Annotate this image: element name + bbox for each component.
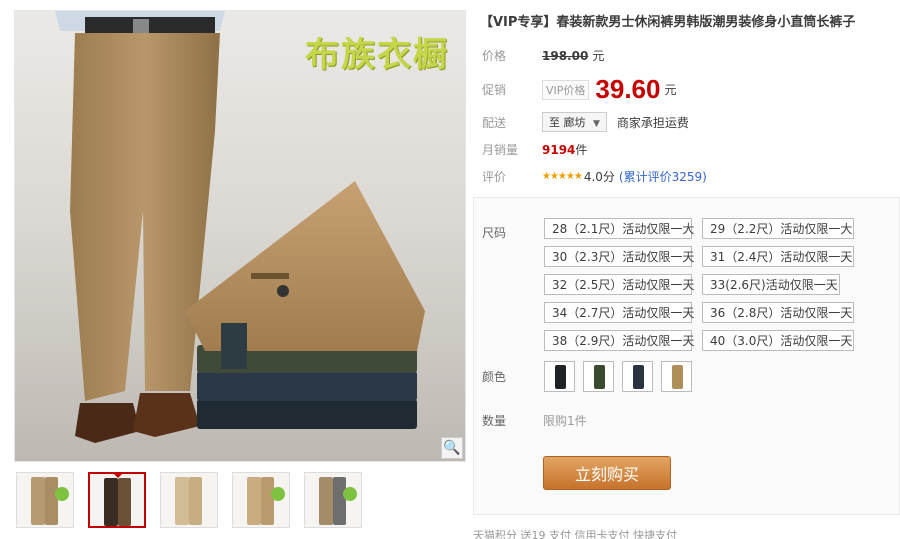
delivery-label: 配送 [482, 115, 507, 130]
size-option[interactable]: 36（2.8尺）活动仅限一天 [702, 302, 854, 323]
color-option-navy[interactable] [622, 361, 653, 392]
size-option[interactable]: 29（2.2尺）活动仅限一大 [702, 218, 854, 239]
original-price: 198.00 [542, 48, 589, 63]
color-option-army-green[interactable] [583, 361, 614, 392]
thumbnail-1[interactable] [16, 472, 74, 528]
quantity-label: 数量 [482, 414, 507, 428]
size-option[interactable]: 28（2.1尺）活动仅限一大 [544, 218, 694, 239]
rating-score: 4.0分 [583, 170, 615, 184]
sku-panel: 尺码 28（2.1尺）活动仅限一大 29（2.2尺）活动仅限一大 30（2.3尺… [473, 197, 900, 515]
sales-count: 9194 [542, 142, 576, 157]
promo-price: 39.60 [595, 74, 661, 104]
review-count-link[interactable]: (累计评价3259) [619, 168, 707, 185]
thumbnail-5[interactable] [304, 472, 362, 528]
size-options: 28（2.1尺）活动仅限一大 29（2.2尺）活动仅限一大 30（2.3尺）活动… [544, 218, 854, 351]
bottom-info-strip: 天猫积分 送19 支付 信用卡支付 快捷支付 [473, 529, 677, 539]
main-product-image[interactable]: 布族衣橱 🔍 [14, 10, 466, 462]
thumbnail-strip [16, 472, 362, 528]
product-photo [55, 11, 425, 443]
sales-unit: 件 [575, 143, 588, 157]
location-select[interactable]: 至 廊坊 ▼ [542, 112, 607, 132]
price-row: 价格 198.00 元 [482, 47, 604, 64]
quantity-limit: 限购1件 [543, 414, 587, 428]
size-label: 尺码 [482, 226, 507, 240]
star-rating-icon: ★★★★★ [542, 171, 583, 182]
promo-label: 促销 [482, 83, 507, 97]
vip-price-tag: VIP价格 [542, 79, 590, 100]
color-option-khaki[interactable] [661, 361, 692, 392]
product-title: 【VIP专享】春装新款男士休闲裤男韩版潮男装修身小直筒长裤子 [480, 15, 856, 30]
size-option[interactable]: 34（2.7尺）活动仅限一天 [544, 302, 694, 323]
buy-now-button[interactable]: 立刻购买 [543, 456, 671, 490]
thumbnail-4[interactable] [232, 472, 290, 528]
price-label: 价格 [482, 49, 507, 63]
rating-label: 评价 [482, 170, 507, 184]
size-option[interactable]: 38（2.9尺）活动仅限一天 [544, 330, 694, 351]
location-value: 至 廊坊 [549, 116, 586, 129]
price-unit: 元 [592, 49, 605, 63]
shipping-text: 商家承担运费 [616, 115, 689, 130]
promo-row: 促销 VIP价格 39.60 元 [482, 74, 677, 105]
size-option[interactable]: 32（2.5尺）活动仅限一天 [544, 274, 694, 295]
thumbnail-3[interactable] [160, 472, 218, 528]
promo-unit: 元 [664, 83, 677, 97]
delivery-row: 配送 至 廊坊 ▼ 商家承担运费 [482, 112, 689, 132]
size-option[interactable]: 30（2.3尺）活动仅限一天 [544, 246, 694, 267]
sales-row: 月销量 9194 件 [482, 141, 587, 158]
color-option-black[interactable] [544, 361, 575, 392]
size-option[interactable]: 31（2.4尺）活动仅限一天 [702, 246, 854, 267]
rating-row: 评价 ★★★★★ 4.0分 (累计评价3259) [482, 168, 707, 185]
size-option[interactable]: 40（3.0尺）活动仅限一天 [702, 330, 854, 351]
sales-label: 月销量 [482, 143, 519, 157]
brand-watermark: 布族衣橱 [305, 35, 449, 75]
thumbnail-2[interactable] [88, 472, 146, 528]
chevron-down-icon: ▼ [593, 119, 600, 129]
size-option[interactable]: 33(2.6尺)活动仅限一天 [702, 274, 840, 295]
zoom-icon[interactable]: 🔍 [441, 437, 463, 459]
color-options [544, 361, 692, 392]
color-label: 颜色 [482, 370, 507, 384]
